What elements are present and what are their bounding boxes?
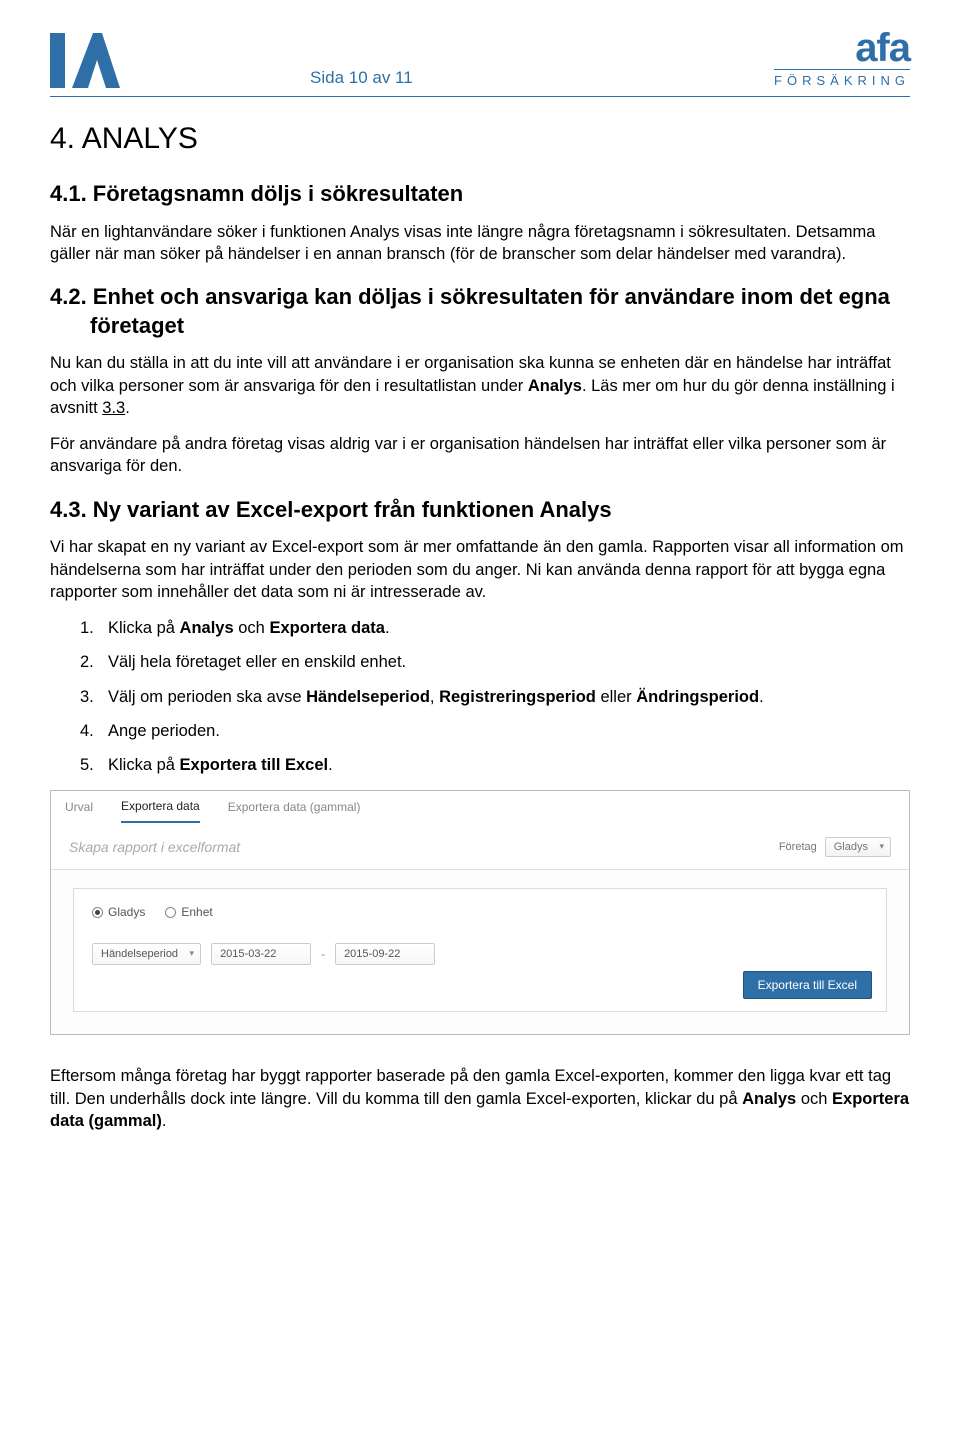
header-left: Sida 10 av 11 xyxy=(50,33,413,88)
list-number: 4. xyxy=(80,720,94,742)
tab-exportera-data-gammal[interactable]: Exportera data (gammal) xyxy=(228,800,361,822)
radio-gladys[interactable]: Gladys xyxy=(92,905,145,919)
heading-analys: 4. ANALYS xyxy=(50,122,910,156)
text-bold: Analys xyxy=(742,1090,796,1108)
paragraph: Vi har skapat en ny variant av Excel-exp… xyxy=(50,536,910,603)
paragraph: När en lightanvändare söker i funktionen… xyxy=(50,221,910,266)
text: . xyxy=(328,756,333,774)
text-bold: Ändringsperiod xyxy=(636,688,759,706)
page-number: Sida 10 av 11 xyxy=(310,68,413,88)
paragraph: Eftersom många företag har byggt rapport… xyxy=(50,1065,910,1132)
numbered-list: 1. Klicka på Analys och Exportera data. … xyxy=(50,617,910,776)
text: eller xyxy=(596,688,636,706)
text: och xyxy=(796,1090,832,1108)
text: Välj om perioden ska avse xyxy=(108,688,306,706)
radio-label: Enhet xyxy=(181,905,212,919)
heading-4-1: 4.1. Företagsnamn döljs i sökresultaten xyxy=(50,180,910,209)
text-bold: Exportera data xyxy=(269,619,385,637)
text-bold: Registreringsperiod xyxy=(439,688,596,706)
paragraph: För användare på andra företag visas ald… xyxy=(50,433,910,478)
embedded-screenshot: Urval Exportera data Exportera data (gam… xyxy=(50,790,910,1035)
heading-4-2: 4.2. Enhet och ansvariga kan döljas i sö… xyxy=(50,283,910,340)
text-bold: Exportera till Excel xyxy=(180,756,329,774)
screenshot-body: Gladys Enhet Händelseperiod 2015-03-22 -… xyxy=(51,870,909,1034)
list-number: 5. xyxy=(80,754,94,776)
text-bold: Händelseperiod xyxy=(306,688,430,706)
list-item: 4. Ange perioden. xyxy=(80,720,910,742)
company-selector: Företag Gladys xyxy=(779,837,891,857)
period-controls: Händelseperiod 2015-03-22 - 2015-09-22 xyxy=(92,943,868,965)
company-dropdown[interactable]: Gladys xyxy=(825,837,891,857)
radio-checked-icon xyxy=(92,907,103,918)
text: . xyxy=(759,688,764,706)
scope-radio-group: Gladys Enhet xyxy=(92,905,868,919)
paragraph: Nu kan du ställa in att du inte vill att… xyxy=(50,352,910,419)
afa-logo-text: afa xyxy=(774,30,910,66)
screenshot-tabs: Urval Exportera data Exportera data (gam… xyxy=(51,791,909,823)
radio-unchecked-icon xyxy=(165,907,176,918)
list-item: 1. Klicka på Analys och Exportera data. xyxy=(80,617,910,639)
text: . xyxy=(162,1112,167,1130)
text: Klicka på xyxy=(108,756,180,774)
cross-reference-link[interactable]: 3.3 xyxy=(102,399,125,417)
text: Välj hela företaget eller en enskild enh… xyxy=(108,653,406,671)
text-bold: Analys xyxy=(528,377,582,395)
ia-logo-icon xyxy=(50,33,120,88)
radio-label: Gladys xyxy=(108,905,145,919)
page-header: Sida 10 av 11 afa FÖRSÄKRING xyxy=(50,30,910,97)
screenshot-subheader: Skapa rapport i excelformat Företag Glad… xyxy=(51,823,909,870)
date-separator: - xyxy=(321,947,325,961)
afa-logo-subtext: FÖRSÄKRING xyxy=(774,69,910,88)
afa-logo: afa FÖRSÄKRING xyxy=(774,30,910,88)
list-number: 3. xyxy=(80,686,94,708)
tab-urval[interactable]: Urval xyxy=(65,800,93,822)
heading-4-3: 4.3. Ny variant av Excel-export från fun… xyxy=(50,496,910,525)
screenshot-panel: Gladys Enhet Händelseperiod 2015-03-22 -… xyxy=(73,888,887,1012)
list-item: 3. Välj om perioden ska avse Händelseper… xyxy=(80,686,910,708)
text: och xyxy=(234,619,270,637)
radio-enhet[interactable]: Enhet xyxy=(165,905,212,919)
text: Ange perioden. xyxy=(108,722,220,740)
date-from-input[interactable]: 2015-03-22 xyxy=(211,943,311,965)
screenshot-title: Skapa rapport i excelformat xyxy=(69,839,240,855)
text: . xyxy=(385,619,390,637)
export-to-excel-button[interactable]: Exportera till Excel xyxy=(743,971,872,999)
text-bold: Analys xyxy=(180,619,234,637)
list-number: 2. xyxy=(80,651,94,673)
text: Klicka på xyxy=(108,619,180,637)
tab-exportera-data[interactable]: Exportera data xyxy=(121,799,200,823)
list-item: 2. Välj hela företaget eller en enskild … xyxy=(80,651,910,673)
list-number: 1. xyxy=(80,617,94,639)
company-label: Företag xyxy=(779,841,817,853)
text: . xyxy=(125,399,130,417)
period-type-dropdown[interactable]: Händelseperiod xyxy=(92,943,201,965)
date-to-input[interactable]: 2015-09-22 xyxy=(335,943,435,965)
text: , xyxy=(430,688,439,706)
list-item: 5. Klicka på Exportera till Excel. xyxy=(80,754,910,776)
